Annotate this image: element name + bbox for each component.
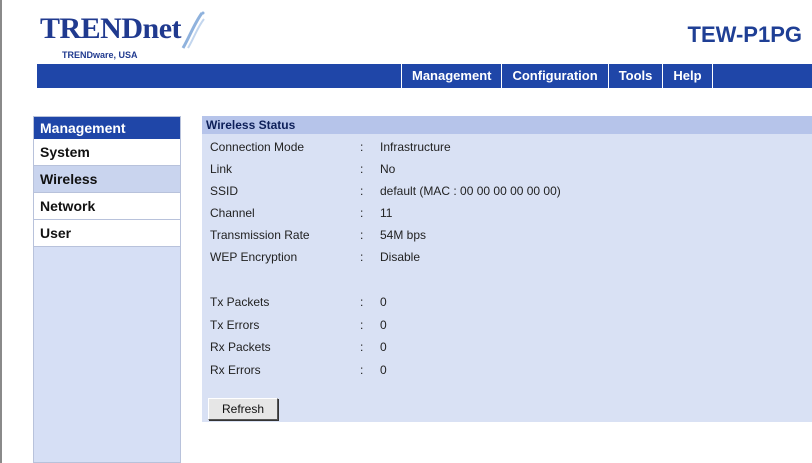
field-value: 54M bps bbox=[380, 228, 427, 242]
stat-value: 0 bbox=[380, 318, 387, 332]
field-label: SSID bbox=[210, 184, 239, 198]
stat-separator: : bbox=[360, 363, 364, 377]
model-name: TEW-P1PG bbox=[687, 22, 802, 47]
nav-tools[interactable]: Tools bbox=[607, 64, 663, 88]
stat-label: Rx Packets bbox=[210, 340, 271, 354]
nav-management[interactable]: Management bbox=[401, 64, 501, 88]
field-separator: : bbox=[360, 162, 364, 176]
field-separator: : bbox=[360, 184, 364, 198]
nav-configuration[interactable]: Configuration bbox=[501, 64, 607, 88]
sidebar-item-system[interactable]: System bbox=[34, 139, 180, 166]
field-separator: : bbox=[360, 250, 364, 264]
logo-swoosh-icon bbox=[181, 11, 205, 49]
sidebar-item-network[interactable]: Network bbox=[34, 193, 180, 220]
field-separator: : bbox=[360, 228, 364, 242]
field-label: WEP Encryption bbox=[210, 250, 298, 264]
stat-label: Rx Errors bbox=[210, 363, 261, 377]
stat-value: 0 bbox=[380, 295, 387, 309]
refresh-button[interactable]: Refresh bbox=[208, 398, 278, 420]
stat-separator: : bbox=[360, 340, 364, 354]
field-label: Transmission Rate bbox=[210, 228, 310, 242]
sidebar-item-wireless[interactable]: Wireless bbox=[34, 166, 180, 193]
top-nav-links: Management Configuration Tools Help bbox=[401, 64, 713, 88]
stat-label: Tx Errors bbox=[210, 318, 260, 332]
field-label: Connection Mode bbox=[210, 140, 305, 154]
field-separator: : bbox=[360, 206, 364, 220]
stat-separator: : bbox=[360, 318, 364, 332]
sidebar-item-user[interactable]: User bbox=[34, 220, 180, 247]
stat-value: 0 bbox=[380, 363, 387, 377]
field-label: Channel bbox=[210, 206, 255, 220]
window-left-border bbox=[0, 0, 2, 463]
field-value: No bbox=[380, 162, 396, 176]
top-nav-bar: Management Configuration Tools Help bbox=[37, 64, 812, 88]
nav-help[interactable]: Help bbox=[662, 64, 713, 88]
field-value: 11 bbox=[380, 206, 393, 220]
sidebar-header: Management bbox=[34, 117, 180, 139]
field-label: Link bbox=[210, 162, 233, 176]
stat-separator: : bbox=[360, 295, 364, 309]
logo-subtitle: TRENDware, USA bbox=[62, 50, 138, 60]
sidebar: Management System Wireless Network User bbox=[33, 116, 181, 463]
wireless-status-panel: Wireless Status Connection Mode : Infras… bbox=[202, 116, 812, 422]
field-value: Infrastructure bbox=[380, 140, 451, 154]
stat-label: Tx Packets bbox=[210, 295, 270, 309]
logo-text: TRENDnet bbox=[40, 12, 182, 45]
stat-value: 0 bbox=[380, 340, 387, 354]
field-separator: : bbox=[360, 140, 364, 154]
field-value: default (MAC : 00 00 00 00 00 00) bbox=[380, 184, 561, 198]
field-value: Disable bbox=[380, 250, 421, 264]
panel-title: Wireless Status bbox=[202, 116, 812, 134]
